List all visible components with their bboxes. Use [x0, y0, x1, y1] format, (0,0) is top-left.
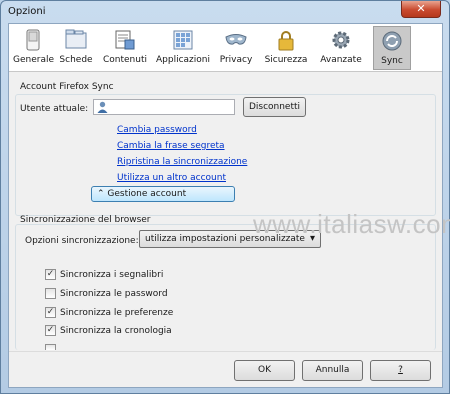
- tab-schede[interactable]: Schede: [57, 26, 95, 70]
- tab-sync[interactable]: Sync: [373, 26, 411, 70]
- tab-avanzate[interactable]: Avanzate: [315, 26, 367, 70]
- gear-icon: [332, 31, 350, 49]
- padlock-icon: [278, 31, 294, 51]
- tab-privacy[interactable]: Privacy: [215, 26, 257, 70]
- user-icon: [97, 101, 108, 113]
- sync-history-label: Sincronizza la cronologia: [60, 326, 172, 336]
- sync-preferences-label: Sincronizza le preferenze: [60, 308, 174, 318]
- window-title: Opzioni: [8, 6, 46, 17]
- tab-label: Sync: [381, 56, 403, 66]
- tab-label: Applicazioni: [156, 55, 210, 65]
- tab-contenuti[interactable]: Contenuti: [99, 26, 151, 70]
- change-password-link[interactable]: Cambia password: [117, 125, 197, 135]
- sync-icon: [382, 31, 402, 51]
- tab-sicurezza[interactable]: Sicurezza: [261, 26, 311, 70]
- sync-bookmarks-label: Sincronizza i segnalibri: [60, 270, 164, 280]
- sync-history-checkbox[interactable]: ✓: [45, 325, 56, 336]
- current-user-label: Utente attuale:: [20, 104, 89, 114]
- tab-generale[interactable]: Generale: [13, 26, 55, 70]
- tab-label: Contenuti: [103, 55, 147, 65]
- tab-label: Avanzate: [320, 55, 362, 65]
- close-button[interactable]: ✕: [401, 1, 441, 18]
- manage-account-button[interactable]: ⌃ Gestione account: [91, 186, 235, 202]
- manage-account-label: Gestione account: [107, 189, 187, 199]
- watermark-text: www.italiasw.com: [253, 209, 450, 239]
- tab-label: Schede: [59, 55, 93, 65]
- preferences-toolbar: Generale Schede Contenuti Applicazioni P…: [9, 24, 442, 72]
- disconnect-button[interactable]: Disconnetti: [243, 97, 306, 117]
- applications-icon: [173, 30, 193, 50]
- tabs-icon: [65, 29, 87, 49]
- mask-icon: [225, 34, 247, 45]
- dialog-client-area: Generale Schede Contenuti Applicazioni P…: [8, 23, 450, 388]
- ok-button[interactable]: OK: [234, 360, 295, 381]
- account-group-title: Account Firefox Sync: [20, 82, 114, 92]
- reset-sync-link[interactable]: Ripristina la sincronizzazione: [117, 157, 247, 167]
- title-bar[interactable]: Opzioni ✕: [1, 1, 449, 23]
- sync-bookmarks-checkbox[interactable]: ✓: [45, 269, 56, 280]
- content-icon: [115, 30, 135, 50]
- switch-icon: [26, 29, 40, 51]
- tab-applicazioni[interactable]: Applicazioni: [155, 26, 211, 70]
- help-button[interactable]: ?: [370, 360, 431, 381]
- tab-label: Sicurezza: [264, 55, 308, 65]
- sync-passwords-label: Sincronizza le password: [60, 289, 168, 299]
- sync-passwords-checkbox[interactable]: [45, 288, 56, 299]
- tab-label: Privacy: [219, 55, 253, 65]
- change-passphrase-link[interactable]: Cambia la frase segreta: [117, 141, 225, 151]
- current-user-field[interactable]: [93, 99, 235, 115]
- partially-visible-checkbox[interactable]: [45, 344, 56, 350]
- cancel-button[interactable]: Annulla: [302, 360, 363, 381]
- dialog-button-bar: OK Annulla ?: [9, 351, 442, 387]
- options-window: Opzioni ✕ Generale Schede Contenuti Appl…: [0, 0, 450, 394]
- tab-label: Generale: [13, 55, 55, 65]
- sync-options-label: Opzioni sincronizzazione:: [25, 236, 139, 246]
- use-other-account-link[interactable]: Utilizza un altro account: [117, 173, 226, 183]
- chevron-up-icon: ⌃: [97, 189, 105, 199]
- sync-preferences-checkbox[interactable]: ✓: [45, 307, 56, 318]
